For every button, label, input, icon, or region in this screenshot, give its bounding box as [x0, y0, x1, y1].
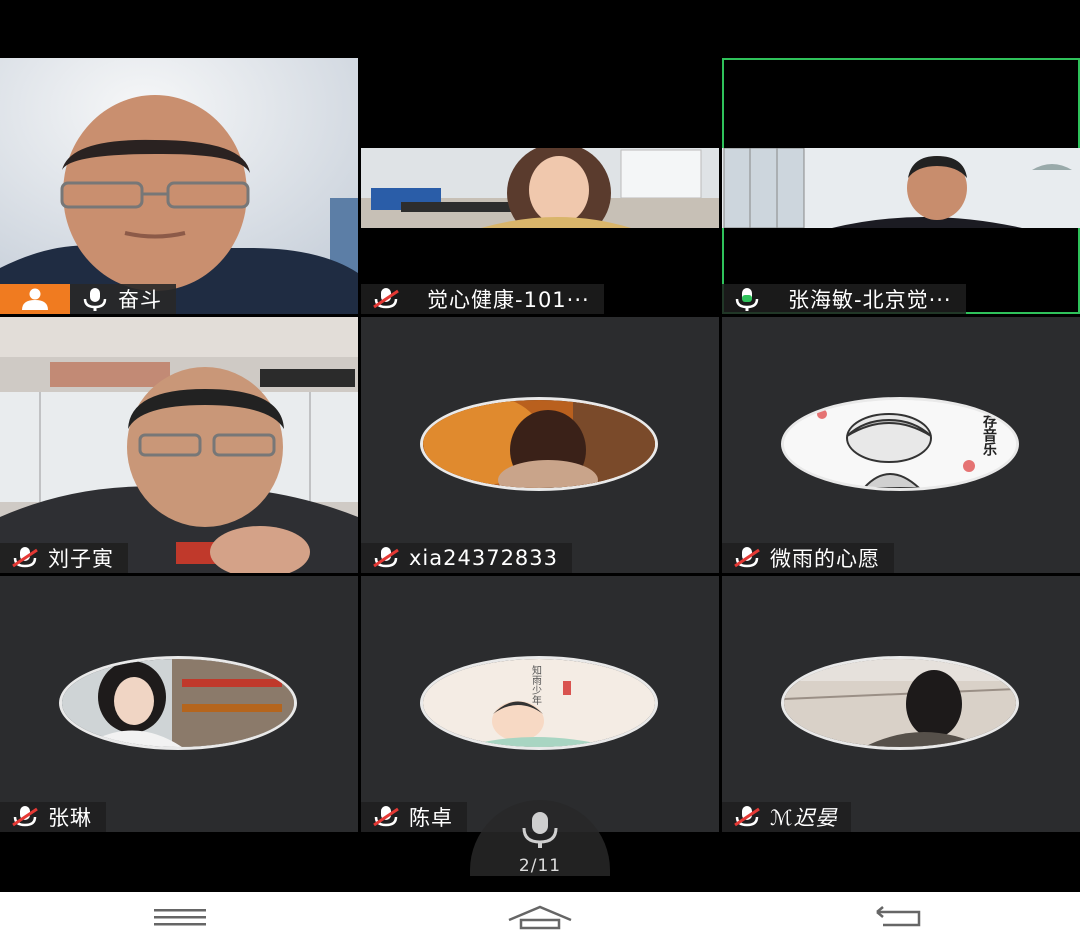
participant-tile-zhanglin[interactable]: 张琳 — [0, 576, 358, 832]
participant-label: ℳ迟晏 — [722, 802, 852, 832]
mic-icon[interactable] — [78, 284, 112, 314]
avatar-caption: 知雨少年 — [530, 664, 542, 706]
participant-name: 觉心健康-101··· — [427, 288, 590, 312]
back-button[interactable] — [860, 897, 940, 937]
mic-muted-icon[interactable] — [369, 284, 403, 314]
mic-muted-icon[interactable] — [8, 543, 42, 573]
participant-label: 张海敏-北京觉··· — [722, 284, 966, 314]
mic-muted-icon[interactable] — [8, 802, 42, 832]
page-count: 2/11 — [518, 856, 562, 876]
mic-muted-icon[interactable] — [369, 802, 403, 832]
participant-name: xia24372833 — [409, 546, 559, 570]
menu-button[interactable] — [140, 897, 220, 937]
participant-tile-chenzhuo[interactable]: 知雨少年 陈卓 — [361, 576, 719, 832]
participant-name: 奋斗 — [118, 288, 162, 312]
participant-tile-weiyu[interactable]: 存音乐 微雨的心愿 — [722, 317, 1080, 573]
participant-video — [361, 148, 719, 228]
participant-grid: 奋斗 觉心健康-101··· 张海敏-北京觉··· 刘子寅 xia2437283… — [0, 58, 1080, 832]
avatar — [420, 397, 658, 491]
participant-tile-liuziyin[interactable]: 刘子寅 — [0, 317, 358, 573]
participant-label: 奋斗 — [0, 284, 176, 314]
participant-name: 微雨的心愿 — [770, 547, 880, 571]
participant-tile-xia[interactable]: xia24372833 — [361, 317, 719, 573]
back-icon — [876, 906, 921, 927]
participant-name: ℳ迟晏 — [770, 806, 838, 830]
participant-name: 刘子寅 — [48, 547, 114, 571]
participant-video — [722, 148, 1080, 228]
participant-label: 陈卓 — [361, 802, 467, 832]
mic-muted-icon[interactable] — [730, 802, 764, 832]
status-area — [0, 0, 1080, 58]
participant-label: 微雨的心愿 — [722, 543, 894, 573]
participant-name: 张海敏-北京觉··· — [788, 288, 952, 312]
participant-tile-chiyan[interactable]: ℳ迟晏 — [722, 576, 1080, 832]
mic-muted-icon[interactable] — [369, 543, 403, 573]
participant-name: 陈卓 — [409, 806, 453, 830]
participant-label: 刘子寅 — [0, 543, 128, 573]
person-icon — [22, 288, 48, 310]
avatar: 存音乐 — [781, 397, 1019, 491]
participant-tile-zhanghaimin[interactable]: 张海敏-北京觉··· — [722, 58, 1080, 314]
avatar-caption: 存音乐 — [981, 413, 997, 457]
home-icon — [508, 905, 572, 930]
participant-label: xia24372833 — [361, 543, 573, 573]
mic-icon[interactable] — [515, 810, 565, 850]
menu-icon — [154, 909, 206, 926]
mic-muted-icon[interactable] — [730, 543, 764, 573]
participant-name: 张琳 — [48, 806, 92, 830]
system-nav-bar — [0, 892, 1080, 942]
mic-icon[interactable] — [730, 284, 764, 314]
participant-video — [0, 58, 358, 314]
participant-video — [0, 317, 358, 573]
home-button[interactable] — [500, 897, 580, 937]
participant-tile-fendou[interactable]: 奋斗 — [0, 58, 358, 314]
host-badge — [0, 284, 70, 314]
participant-tile-juexin[interactable]: 觉心健康-101··· — [361, 58, 719, 314]
participant-label: 觉心健康-101··· — [361, 284, 604, 314]
avatar: 知雨少年 — [420, 656, 658, 750]
participant-label: 张琳 — [0, 802, 106, 832]
avatar — [781, 656, 1019, 750]
avatar — [59, 656, 297, 750]
